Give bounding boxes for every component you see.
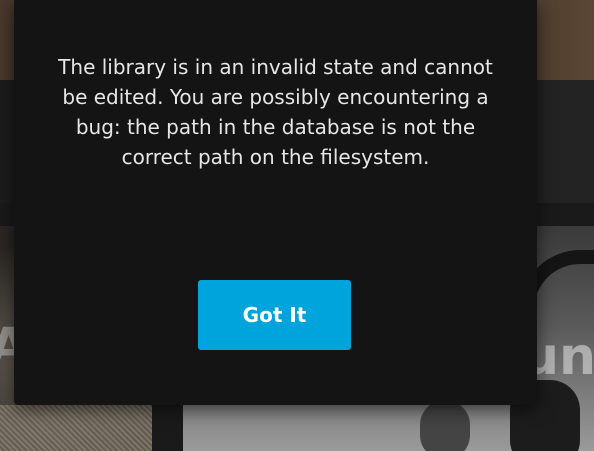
background-thumbnail-strip bbox=[0, 405, 152, 451]
background-object bbox=[420, 400, 470, 451]
background-panel-edge bbox=[537, 80, 594, 203]
app-screen: A un The library is in an invalid state … bbox=[0, 0, 594, 451]
invalid-library-dialog: The library is in an invalid state and c… bbox=[14, 0, 537, 405]
got-it-button[interactable]: Got It bbox=[198, 280, 351, 350]
dialog-message: The library is in an invalid state and c… bbox=[58, 55, 493, 169]
